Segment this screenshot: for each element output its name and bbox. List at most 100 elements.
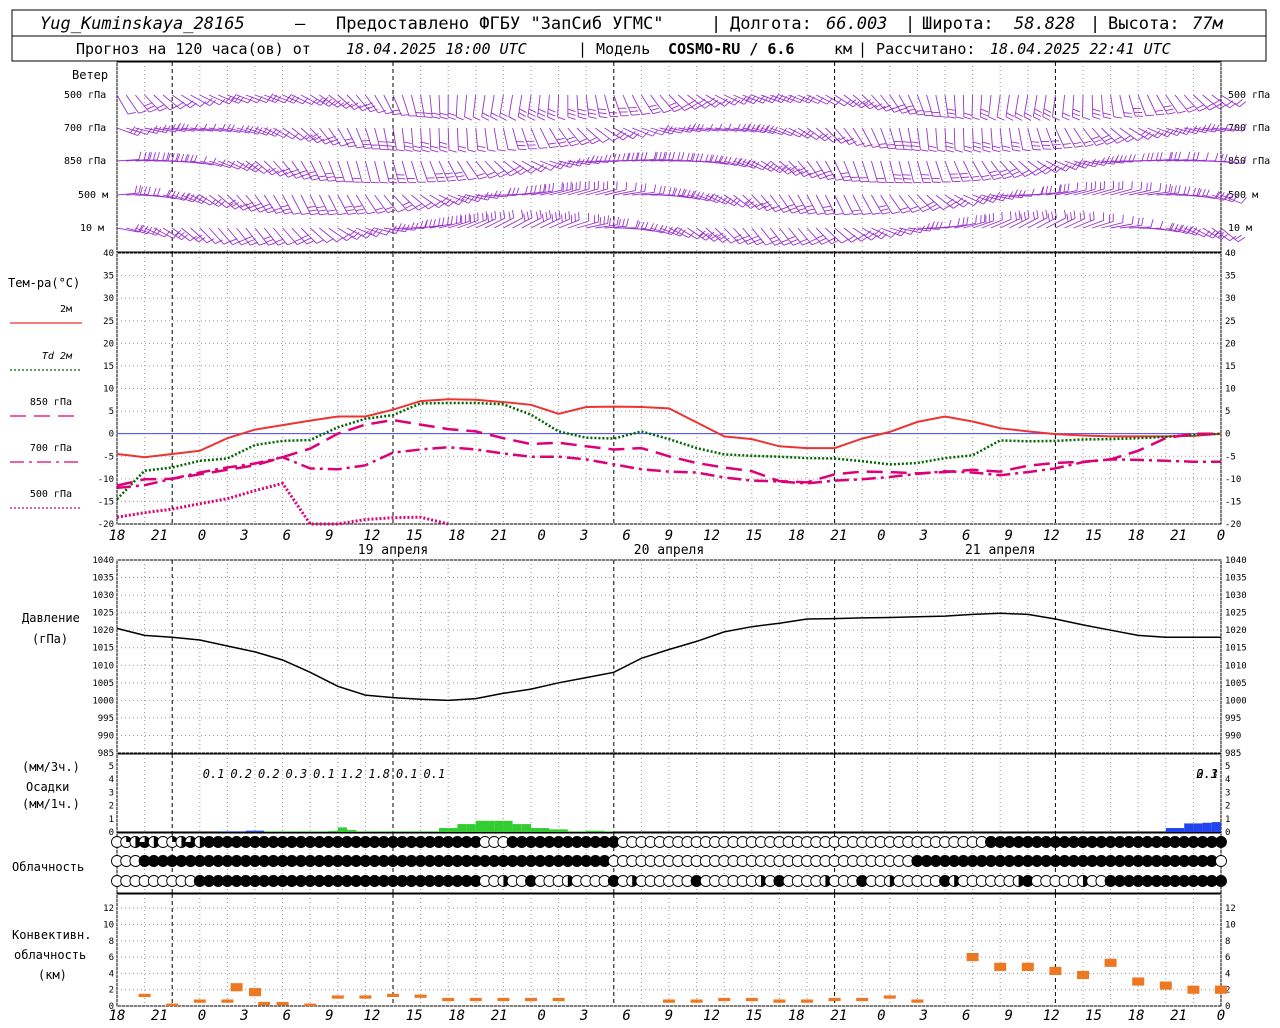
wind-barb-feather [264, 236, 272, 239]
wind-barb-feather [920, 206, 927, 209]
wind-barb-feather [354, 206, 362, 208]
wind-barb-feather [626, 182, 627, 190]
wind-barb-feather [440, 142, 448, 144]
conv-bar [231, 983, 243, 991]
wind-barb-feather [388, 178, 396, 179]
precip-bar [356, 831, 365, 832]
wind-barb [853, 195, 863, 215]
wind-barb-feather [649, 105, 657, 107]
wind-barb-feather [524, 214, 525, 222]
wind-barb-feather [153, 152, 155, 160]
wind-barb [881, 95, 895, 112]
wind-barb-feather [404, 146, 412, 148]
wind-barb-feather [510, 172, 517, 176]
wind-barb-feather [664, 125, 668, 132]
wind-barb-feather [609, 218, 610, 226]
wind-barb-feather [356, 209, 364, 211]
wind-barb-feather [578, 117, 586, 119]
wind-barb-feather [805, 206, 813, 208]
wind-barb-feather [1142, 154, 1145, 162]
wind-barb-feather [553, 183, 554, 191]
wind-barb [752, 195, 767, 211]
x-tick-label: 3 [239, 528, 248, 544]
wind-barb [1129, 128, 1148, 139]
chart-layer: -20-20-15-15-10-10-5-5005510101515202025… [92, 62, 1246, 1024]
wind-barb [835, 128, 849, 145]
wind-barb [365, 128, 372, 149]
wind-barb-feather [1012, 146, 1020, 147]
wind-barb [853, 128, 865, 147]
wind-barb-feather [912, 150, 920, 151]
precip-label: 0.2 [230, 767, 252, 781]
wind-barb-feather [983, 142, 991, 144]
wind-barb-feather [518, 117, 525, 121]
wind-barb-feather [139, 185, 141, 193]
wind-barb-feather [308, 171, 316, 173]
wind-barb [1009, 218, 1029, 228]
wind-barb-feather [854, 214, 862, 215]
precip-bar [310, 831, 319, 832]
lon-value: 66.003 [826, 14, 887, 34]
precip-bar [283, 831, 292, 832]
wind-barb-feather [1238, 237, 1245, 241]
precip-tick-left: 3 [109, 788, 114, 798]
precip-bar [237, 831, 246, 832]
wind-barb-feather [832, 240, 839, 244]
wind-barb-feather [413, 150, 421, 152]
wind-barb-feather [1147, 183, 1148, 191]
wind-barb [586, 189, 607, 195]
wind-barb [743, 228, 757, 245]
x-tick-label: 21 [491, 1008, 508, 1024]
wind-barb-feather [440, 146, 448, 148]
wind-barb-feather [1141, 182, 1142, 190]
precip-bar [347, 830, 356, 832]
wind-barb-feather [408, 208, 415, 211]
wind-barb-feather [568, 113, 576, 115]
wind-barb-feather [796, 205, 804, 207]
wind-barb-feather [440, 113, 448, 115]
conv-bar [304, 1004, 316, 1006]
wind-barb-feather [981, 175, 989, 177]
temp-legend-label-2: 850 гПа [30, 397, 72, 408]
precip-label: 0.1 [424, 767, 446, 781]
wind-barb-feather [1063, 144, 1071, 145]
conv-bar [442, 998, 454, 1001]
wind-barb [347, 228, 367, 238]
wind-barb-feather [318, 210, 326, 211]
wind-barb-feather [432, 113, 440, 115]
wind-barb-feather [971, 176, 979, 177]
wind-barb-feather [429, 219, 431, 227]
wind-barb-feather [669, 103, 676, 106]
wind-barb-feather [1193, 188, 1196, 196]
wind-barb [218, 95, 238, 103]
precip-bar [467, 824, 476, 832]
precip-bar [513, 824, 522, 832]
wind-barb-feather [479, 177, 487, 179]
wind-barb-feather [809, 212, 817, 214]
wind-barb [1166, 128, 1187, 135]
wind-barb-feather [1080, 213, 1081, 221]
wind-barb [862, 161, 869, 182]
conv-bar [221, 999, 233, 1002]
wind-barb-feather [483, 213, 484, 221]
wind-barb-feather [790, 208, 798, 210]
x-tick-label: 21 [830, 1008, 847, 1024]
wind-barb [614, 128, 633, 139]
wind-barb-feather [327, 239, 334, 243]
wind-barb-feather [592, 140, 599, 144]
wind-barb-feather [1025, 173, 1032, 177]
wind-barb-feather [498, 150, 506, 151]
wind-barb [835, 228, 852, 242]
wind-barb-feather [712, 100, 718, 105]
wind-barb-feather [1070, 212, 1071, 220]
precip-bar [319, 831, 328, 832]
wind-barb-feather [807, 209, 815, 211]
wind-barb [862, 95, 878, 110]
wind-level-r0: 500 гПа [1228, 90, 1270, 101]
wind-barb-feather [389, 182, 397, 183]
wind-barb-feather [641, 152, 643, 160]
wind-barb [191, 228, 207, 243]
wind-barb-feather [1033, 117, 1040, 121]
wind-barb [954, 128, 955, 150]
wind-barb-feather [500, 113, 507, 117]
